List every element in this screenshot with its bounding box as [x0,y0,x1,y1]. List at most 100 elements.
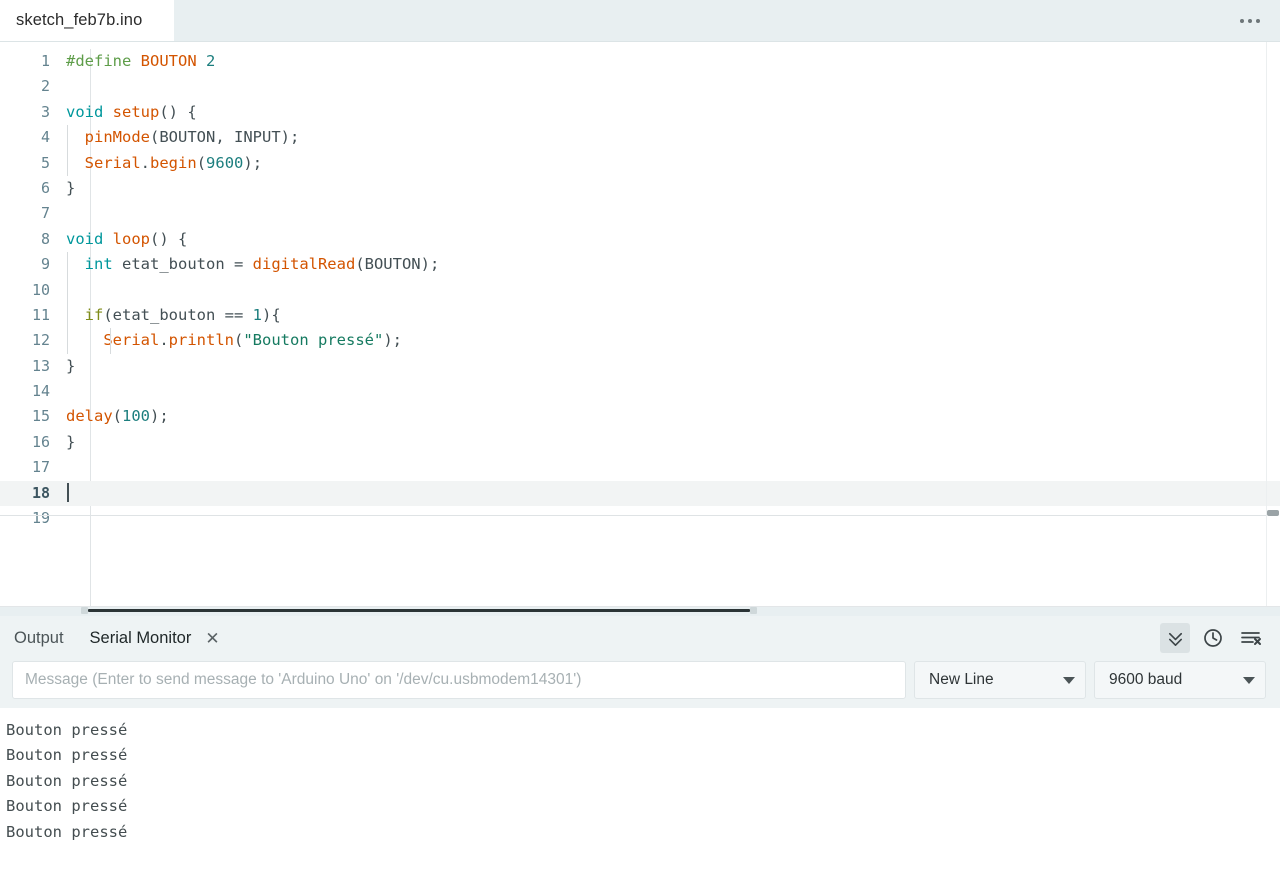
sketch-tab-active[interactable]: sketch_feb7b.ino [0,0,174,41]
code-token: 9600 [206,153,244,172]
code-token: } [66,178,76,197]
code-line[interactable]: 18 [0,480,1280,507]
serial-output-line: Bouton pressé [6,721,128,739]
code-token: . [140,153,151,172]
code-line[interactable]: 8 void loop() { [0,227,1280,252]
line-number: 10 [31,280,50,299]
code-line[interactable]: 17 [0,455,1280,480]
code-line[interactable]: 14 [0,379,1280,404]
code-line[interactable]: 6} [0,176,1280,201]
code-line-text: void setup() { [62,100,1280,125]
code-token: (BOUTON, INPUT); [150,128,300,147]
line-number: 16 [31,432,50,451]
code-token: if [84,305,104,324]
line-number: 7 [40,204,50,223]
code-line-text: #define BOUTON 2 [62,49,1280,74]
baud-rate-select[interactable]: 9600 baud [1094,661,1266,699]
indent-guide [67,302,68,329]
code-line[interactable]: 19 [0,506,1280,531]
tab-serial-monitor[interactable]: Serial Monitor ✕ [90,627,220,650]
editor-scrollbar[interactable] [1266,42,1280,606]
serial-output-line: Bouton pressé [6,822,128,841]
code-token: ( [234,331,244,350]
code-line[interactable]: 10 [0,277,1280,303]
serial-message-input[interactable]: Message (Enter to send message to 'Ardui… [12,661,906,699]
code-line[interactable]: 7 [0,201,1280,226]
line-number: 3 [40,102,50,121]
code-line-text: } [62,176,1280,201]
code-line[interactable]: 12 Serial.println("Bouton pressé"); [0,328,1280,354]
line-number: 1 [40,52,50,70]
line-ending-value: New Line [929,671,994,688]
code-token: begin [150,153,197,172]
code-line[interactable]: 1 #define BOUTON 2 [0,49,1280,74]
editor-horizontal-rule [0,515,1266,516]
code-token: ( [112,407,123,426]
autoscroll-button[interactable] [1160,623,1190,653]
code-token: } [66,356,76,375]
chevron-down-icon [1243,676,1255,684]
code-line[interactable]: 3 void setup() { [0,100,1280,125]
code-line-text: pinMode(BOUTON, INPUT); [62,125,1280,151]
line-number: 5 [40,153,50,172]
editor-scrollbar-thumb[interactable] [1267,510,1279,516]
line-number: 17 [31,458,50,477]
code-token: 100 [122,407,151,426]
editor-tab-bar: sketch_feb7b.ino [0,0,1280,42]
code-line[interactable]: 5 Serial.begin(9600); [0,150,1280,176]
line-number: 12 [31,331,50,350]
serial-output-line: Bouton pressé [6,746,128,765]
indent-guide [67,150,68,176]
serial-message-row: Message (Enter to send message to 'Ardui… [0,660,1280,700]
line-number: 19 [31,509,50,528]
baud-rate-value: 9600 baud [1109,671,1183,688]
line-ending-select[interactable]: New Line [914,661,1086,699]
tab-output[interactable]: Output [14,627,64,650]
serial-output-line: Bouton pressé [6,797,128,816]
code-token: pinMode [84,128,150,147]
close-icon[interactable]: ✕ [205,630,219,647]
code-token: (BOUTON); [355,255,440,274]
line-number: 6 [40,178,50,197]
code-token: } [66,432,76,451]
code-token: "Bouton pressé" [243,331,384,350]
code-line[interactable]: 9 int etat_bouton = digitalRead(BOUTON); [0,252,1280,278]
code-token: ( [196,153,207,172]
code-token: ); [383,331,402,350]
serial-output-console[interactable]: Bouton pressé Bouton pressé Bouton pressé B… [0,708,1280,878]
code-token: BOUTON [140,52,197,70]
code-line-text: } [62,430,1280,455]
line-number: 14 [31,382,50,401]
line-number: 15 [31,407,50,426]
tab-serial-monitor-label: Serial Monitor [89,628,192,647]
code-token: digitalRead [252,255,356,274]
code-line[interactable]: 13} [0,354,1280,379]
line-number: 9 [40,255,50,274]
chevron-double-down-icon [1168,632,1182,646]
timestamp-button[interactable] [1198,623,1228,653]
indent-guide [110,328,111,354]
code-token: loop [112,229,150,248]
code-editor-region[interactable]: 1 #define BOUTON 2 2 3 void setup() {4 pinMo… [0,42,1280,607]
indent-guide [67,125,68,151]
code-line[interactable]: 16} [0,430,1280,455]
code-line-text: int etat_bouton = digitalRead(BOUTON); [62,252,1280,278]
code-line[interactable]: 4 pinMode(BOUTON, INPUT); [0,125,1280,151]
clock-icon [1204,629,1222,647]
code-line[interactable]: 15 delay(100); [0,404,1280,429]
code-token: void [66,229,113,248]
sketch-tab-label: sketch_feb7b.ino [16,11,143,29]
line-number: 4 [40,128,50,147]
tab-overflow-menu-button[interactable] [1234,13,1266,29]
panel-splitter[interactable] [0,607,1280,616]
code-token: () { [150,229,188,248]
panel-splitter-handle[interactable] [81,607,757,614]
code-line[interactable]: 11 if(etat_bouton == 1){ [0,302,1280,329]
code-line[interactable]: 2 [0,74,1280,99]
clear-output-button[interactable] [1236,623,1266,653]
overflow-dot-icon [1240,18,1244,23]
code-editor[interactable]: 1 #define BOUTON 2 2 3 void setup() {4 pinMo… [0,42,1280,531]
